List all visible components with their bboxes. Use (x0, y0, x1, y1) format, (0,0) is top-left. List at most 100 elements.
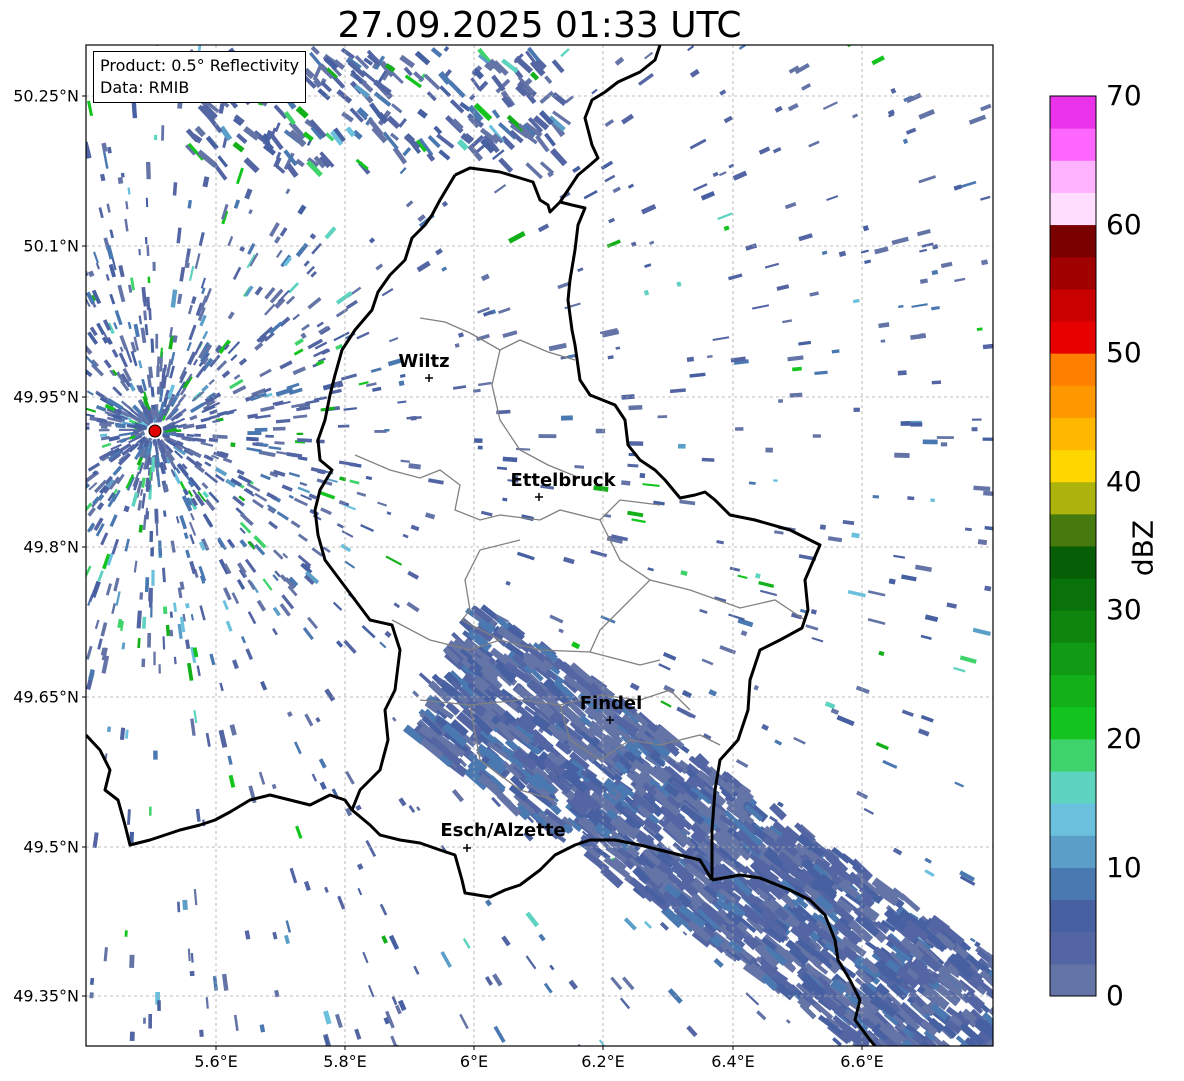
colorbar-label: dBZ (1126, 519, 1160, 577)
radar-echo (699, 608, 708, 614)
radar-echo (162, 606, 168, 614)
radar-echo (189, 414, 198, 421)
radar-echo (701, 457, 715, 462)
radar-echo (148, 308, 152, 321)
colorbar-segment (1050, 353, 1096, 386)
radar-echo (315, 717, 321, 723)
radar-echo (745, 243, 758, 251)
radar-echo (320, 507, 332, 516)
radar-echo (414, 50, 431, 66)
radar-echo (231, 592, 240, 605)
radar-echo (964, 527, 972, 532)
radar-echo (272, 931, 278, 940)
radar-echo (679, 499, 696, 506)
radar-echo (86, 426, 90, 430)
radar-echo (623, 917, 637, 931)
radar-echo (381, 935, 388, 944)
radar-echo (208, 378, 215, 386)
radar-echo (537, 223, 550, 233)
radar-echo (244, 285, 254, 297)
colorbar-tick: 50 (1106, 336, 1142, 369)
radar-echo (272, 606, 281, 617)
radar-echo (362, 951, 369, 964)
radar-echo (403, 66, 413, 77)
radar-echo (397, 400, 407, 404)
radar-echo (491, 109, 501, 119)
radar-echo (172, 182, 178, 196)
radar-echo (154, 134, 158, 141)
radar-echo (96, 322, 106, 336)
radar-echo (271, 783, 277, 790)
radar-echo (115, 591, 121, 606)
radar-echo (439, 85, 452, 98)
radar-echo (217, 537, 227, 551)
city-label-ettelbruck: Ettelbruck (510, 470, 616, 491)
radar-echo (916, 229, 931, 237)
radar-echo (163, 364, 168, 372)
radar-echo (304, 713, 314, 727)
radar-echo (686, 356, 695, 363)
radar-echo (86, 645, 93, 660)
radar-echo (891, 236, 909, 246)
radar-echo (109, 514, 118, 528)
radar-echo (243, 157, 260, 174)
radar-echo (189, 534, 195, 545)
radar-echo (239, 539, 248, 548)
radar-echo (236, 578, 246, 590)
radar-echo (124, 538, 130, 552)
radar-echo (447, 80, 466, 99)
radar-echo (153, 750, 158, 760)
radar-echo (191, 296, 197, 305)
radar-echo (221, 370, 231, 379)
radar-echo (922, 439, 938, 445)
radar-echo (600, 160, 614, 171)
radar-echo (878, 650, 885, 657)
radar-echo (160, 374, 167, 389)
radar-echo (862, 225, 869, 232)
radar-echo (273, 104, 288, 120)
radar-echo (148, 1013, 153, 1029)
radar-echo (177, 901, 181, 913)
radar-echo (232, 495, 245, 507)
radar-echo (377, 501, 388, 507)
radar-echo (317, 469, 326, 475)
radar-echo (283, 149, 298, 167)
radar-echo (264, 303, 276, 316)
radar-echo (931, 305, 940, 311)
radar-echo (89, 977, 95, 986)
radar-echo (143, 1017, 146, 1024)
colorbar-segment (1050, 706, 1096, 740)
radar-echo (890, 87, 897, 94)
radar-echo (221, 973, 229, 991)
lat-label: 49.95°N (13, 387, 79, 407)
radar-echo (204, 461, 212, 467)
radar-echo (496, 466, 508, 471)
colorbar-segment (1050, 931, 1096, 965)
radar-echo (252, 498, 264, 509)
radar-echo (576, 1043, 583, 1046)
radar-echo (105, 274, 110, 281)
radar-echo (189, 970, 195, 977)
radar-echo (118, 428, 135, 432)
radar-echo (112, 465, 123, 476)
radar-echo (954, 781, 965, 788)
radar-echo (469, 94, 476, 101)
radar-echo (735, 758, 749, 769)
radar-echo (293, 414, 308, 419)
radar-echo (244, 558, 257, 573)
radar-echo (88, 270, 95, 278)
radar-echo (425, 512, 436, 520)
radar-echo (113, 322, 118, 330)
radar-echo (111, 602, 116, 615)
radar-echo (300, 482, 308, 487)
radar-echo (723, 225, 730, 231)
radar-echo (288, 471, 301, 478)
radar-echo (222, 587, 232, 601)
radar-echo (701, 658, 714, 666)
radar-echo (902, 138, 909, 145)
radar-echo (399, 54, 416, 69)
city-label-findel: Findel (579, 693, 643, 714)
radar-echo (385, 555, 403, 566)
radar-echo (266, 492, 278, 501)
radar-echo (158, 356, 163, 364)
